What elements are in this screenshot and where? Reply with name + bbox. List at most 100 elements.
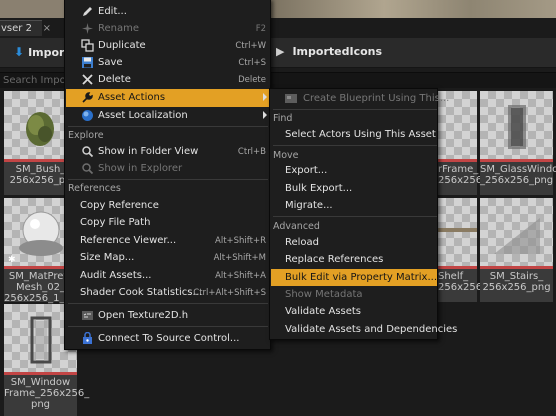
menu-item-migrate[interactable]: Migrate... xyxy=(271,197,437,214)
unsaved-bar xyxy=(4,372,77,375)
shelf-icon xyxy=(438,228,477,232)
content-browser-tab[interactable]: vser 2 × xyxy=(0,20,51,36)
tab-label: vser 2 xyxy=(1,23,32,34)
menu-item-shortcut: Alt+Shift+R xyxy=(215,236,266,246)
menu-item-label: Validate Assets xyxy=(285,306,362,317)
wrench-icon xyxy=(82,92,93,103)
section-header-advanced: Advanced xyxy=(273,221,320,232)
section-header-explore: Explore xyxy=(68,130,104,141)
menu-item-label: Bulk Edit via Property Matrix... xyxy=(285,272,438,283)
blueprint-icon xyxy=(285,94,297,103)
delete-icon xyxy=(82,74,93,85)
import-arrow-icon: ⬇ xyxy=(14,45,25,59)
menu-item-shortcut: Ctrl+S xyxy=(238,58,266,68)
unsaved-bar xyxy=(480,266,553,269)
menu-item-label: Show Metadata xyxy=(285,289,363,300)
unsaved-bar xyxy=(480,159,553,162)
menu-item-copy-file-path[interactable]: Copy File Path xyxy=(66,214,270,231)
menu-item-label: Shader Cook Statistics... xyxy=(80,287,203,298)
asset-actions-submenu: Create Blueprint Using This... Find Sele… xyxy=(269,88,457,340)
menu-separator xyxy=(68,326,268,327)
menu-item-connect-source-control[interactable]: Connect To Source Control... xyxy=(66,330,270,347)
menu-item-show-in-explorer[interactable]: Show in Explorer xyxy=(66,160,270,177)
menu-item-reload[interactable]: Reload xyxy=(271,234,437,251)
menu-item-size-map[interactable]: Size Map... Alt+Shift+M xyxy=(66,249,270,266)
menu-separator xyxy=(273,216,437,217)
import-button[interactable]: ⬇ Impor xyxy=(14,45,64,59)
menu-item-shortcut: Ctrl+Alt+Shift+S xyxy=(193,288,266,298)
menu-item-reference-viewer[interactable]: Reference Viewer... Alt+Shift+R xyxy=(66,232,270,249)
asset-thumbnail xyxy=(438,198,477,266)
menu-item-bulk-edit-property-matrix[interactable]: Bulk Edit via Property Matrix... xyxy=(271,269,437,286)
globe-icon xyxy=(82,110,93,121)
unsaved-bar xyxy=(438,266,477,269)
asset-label: SM_Window Frame_256x256_ png xyxy=(4,377,90,410)
menu-item-label: Copy File Path xyxy=(80,217,151,228)
menu-item-label: Delete xyxy=(98,74,131,85)
menu-item-create-blueprint[interactable]: Create Blueprint Using This... xyxy=(271,90,449,107)
menu-item-delete[interactable]: Delete Delete xyxy=(66,71,270,88)
asset-tile[interactable]: SM_GlassWindow _256x256_png xyxy=(480,91,556,195)
chevron-right-icon: ▶ xyxy=(276,45,285,58)
asset-tile[interactable]: Shelf_ 256x256_png xyxy=(438,198,507,302)
menu-item-label: Edit... xyxy=(98,6,127,17)
menu-item-open-source-file[interactable]: Open Texture2D.h xyxy=(66,307,270,324)
search-icon xyxy=(82,146,94,158)
menu-item-replace-references[interactable]: Replace References xyxy=(271,251,437,268)
menu-item-label: Copy Reference xyxy=(80,200,159,211)
asset-context-menu: Edit... Rename F2 Duplicate Ctrl+W Save … xyxy=(64,0,271,350)
menu-item-label: Migrate... xyxy=(285,200,333,211)
menu-item-label: Export... xyxy=(285,165,328,176)
duplicate-icon xyxy=(81,39,94,52)
menu-item-asset-actions[interactable]: Asset Actions xyxy=(66,89,270,107)
menu-item-label: Reload xyxy=(285,237,320,248)
menu-separator xyxy=(68,179,268,180)
menu-item-label: Rename xyxy=(98,23,140,34)
menu-separator xyxy=(68,303,268,304)
menu-item-validate-assets[interactable]: Validate Assets xyxy=(271,303,437,320)
menu-item-label: Audit Assets... xyxy=(80,270,152,281)
asset-label: rFrame_ 256x256_png xyxy=(438,164,507,186)
menu-item-shader-cook-stats[interactable]: Shader Cook Statistics... Ctrl+Alt+Shift… xyxy=(66,284,270,301)
menu-item-show-metadata[interactable]: Show Metadata xyxy=(271,286,437,303)
menu-item-asset-localization[interactable]: Asset Localization xyxy=(66,107,270,124)
menu-item-select-actors[interactable]: Select Actors Using This Asset xyxy=(271,126,437,143)
menu-item-label: Size Map... xyxy=(80,252,135,263)
unsaved-bar xyxy=(438,159,477,162)
menu-item-copy-reference[interactable]: Copy Reference xyxy=(66,197,270,214)
menu-separator xyxy=(68,126,268,127)
menu-item-duplicate[interactable]: Duplicate Ctrl+W xyxy=(66,37,270,54)
asset-tile[interactable]: rFrame_ 256x256_png xyxy=(438,91,507,195)
menu-item-label: Create Blueprint Using This... xyxy=(303,93,450,104)
asset-label: SM_Stairs_ 256x256_png xyxy=(482,271,551,293)
tab-close-icon[interactable]: × xyxy=(43,23,51,34)
menu-item-export[interactable]: Export... xyxy=(271,162,437,179)
menu-item-shortcut: Ctrl+B xyxy=(237,147,266,157)
menu-item-label: Connect To Source Control... xyxy=(98,333,240,344)
menu-item-label: Validate Assets and Dependencies xyxy=(285,324,458,335)
menu-separator xyxy=(273,109,437,110)
save-icon xyxy=(82,57,93,68)
glass-window-icon xyxy=(508,105,526,149)
menu-item-show-in-folder[interactable]: Show in Folder View Ctrl+B xyxy=(66,143,270,160)
menu-item-label: Asset Actions xyxy=(98,92,166,103)
menu-item-rename[interactable]: Rename F2 xyxy=(66,20,270,37)
menu-item-label: Replace References xyxy=(285,254,384,265)
section-header-move: Move xyxy=(273,150,299,161)
breadcrumb[interactable]: ▶ ImportedIcons xyxy=(276,45,382,58)
menu-item-save[interactable]: Save Ctrl+S xyxy=(66,54,270,71)
import-label: Impor xyxy=(28,46,65,59)
menu-item-audit-assets[interactable]: Audit Assets... Alt+Shift+A xyxy=(66,267,270,284)
breadcrumb-folder: ImportedIcons xyxy=(292,45,383,58)
asset-thumbnail xyxy=(480,91,553,159)
code-file-icon xyxy=(82,311,93,320)
menu-item-label: Open Texture2D.h xyxy=(98,310,189,321)
menu-item-label: Asset Localization xyxy=(98,110,188,121)
asset-label: Shelf_ 256x256_png xyxy=(438,271,507,293)
menu-item-bulk-export[interactable]: Bulk Export... xyxy=(271,180,437,197)
menu-item-shortcut: Delete xyxy=(238,75,266,85)
menu-item-validate-assets-dependencies[interactable]: Validate Assets and Dependencies xyxy=(271,321,457,338)
asset-tile[interactable]: SM_Stairs_ 256x256_png xyxy=(480,198,553,302)
menu-item-shortcut: Ctrl+W xyxy=(235,41,266,51)
menu-item-edit[interactable]: Edit... xyxy=(66,3,270,20)
